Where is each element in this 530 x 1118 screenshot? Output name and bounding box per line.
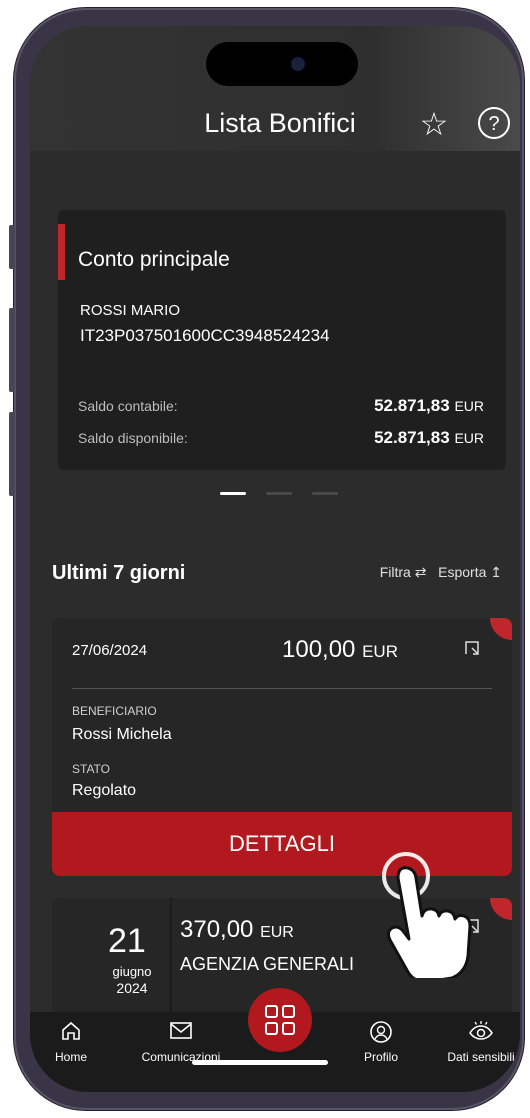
section-actions: Filtra ⇄ Esporta ↥ — [380, 564, 502, 581]
grid-icon — [264, 1004, 296, 1041]
card-corner-marker — [490, 898, 512, 920]
upload-icon: ↥ — [490, 564, 502, 580]
camera-icon — [292, 58, 304, 70]
status-value: Regolato — [72, 782, 137, 799]
phone-side-button — [9, 412, 15, 496]
transfer-currency: EUR — [260, 924, 294, 941]
menu-fab[interactable] — [248, 988, 312, 1052]
account-name: Conto principale — [78, 248, 230, 271]
phone-side-button — [9, 308, 15, 392]
export-button[interactable]: Esporta ↥ — [438, 564, 502, 580]
nav-item-sensitive-data[interactable]: Dati sensibili — [436, 1020, 520, 1064]
nav-item-communications[interactable]: Comunicazioni — [136, 1020, 226, 1064]
pager-dot[interactable] — [312, 492, 338, 495]
home-indicator — [192, 1060, 328, 1065]
phone-side-button — [9, 225, 15, 269]
home-icon — [30, 1020, 116, 1048]
filter-label: Filtra — [379, 564, 411, 580]
balance-currency: EUR — [454, 398, 484, 414]
transfer-card[interactable]: 27/06/2024 100,00 EUR BENEFICIARIO Rossi… — [52, 618, 512, 876]
account-accent-bar — [58, 224, 65, 280]
nav-label: Dati sensibili — [447, 1050, 515, 1064]
dynamic-island — [206, 42, 358, 86]
balance-value: 52.871,83 EUR — [374, 396, 484, 416]
eye-icon — [436, 1020, 520, 1048]
nav-label: Profilo — [363, 1050, 398, 1064]
mail-icon — [136, 1020, 226, 1048]
nav-item-home[interactable]: Home — [30, 1020, 116, 1064]
nav-item-profile[interactable]: Profilo — [336, 1020, 426, 1064]
card-corner-marker — [490, 618, 512, 640]
transfer-year: 2024 — [116, 980, 148, 996]
export-label: Esporta — [438, 564, 487, 580]
transfer-day: 21 — [108, 922, 146, 960]
filter-button[interactable]: Filtra ⇄ — [380, 564, 427, 580]
nav-label: Home — [54, 1050, 87, 1064]
available-balance-value: 52.871,83 EUR — [374, 428, 484, 448]
transfer-amount-value: 100,00 — [282, 636, 356, 663]
beneficiary-name: AGENZIA GENERALI — [180, 954, 355, 974]
balance-amount: 52.871,83 — [374, 396, 450, 415]
expand-icon[interactable] — [464, 640, 480, 661]
help-icon[interactable]: ? — [476, 106, 512, 142]
section-title: Ultimi 7 giorni — [52, 562, 186, 584]
available-balance-currency: EUR — [454, 430, 484, 446]
account-iban: IT23P037501600CC3948524234 — [80, 326, 330, 345]
star-icon[interactable]: ☆ — [416, 106, 452, 142]
transfer-amount-value: 370,00 — [180, 916, 254, 943]
app-screen: Lista Bonifici ☆ ? Conto principale ROSS… — [30, 26, 520, 1092]
sliders-icon: ⇄ — [414, 564, 427, 580]
transfer-month: giugno — [112, 964, 152, 979]
available-balance-label: Saldo disponibile: — [78, 430, 188, 446]
tap-hand-icon — [378, 848, 488, 984]
status-label: STATO — [72, 762, 111, 776]
divider — [72, 688, 492, 689]
account-holder: ROSSI MARIO — [80, 302, 181, 319]
transfer-amount: 100,00 EUR — [282, 636, 398, 664]
page-title: Lista Bonifici — [204, 108, 356, 138]
beneficiary-name: Rossi Michela — [72, 726, 172, 743]
beneficiary-label: BENEFICIARIO — [72, 704, 157, 718]
svg-text:?: ? — [488, 113, 499, 135]
balance-label: Saldo contabile: — [78, 398, 178, 414]
available-balance-amount: 52.871,83 — [374, 428, 450, 447]
transfer-date: 27/06/2024 — [72, 642, 148, 659]
transfer-amount: 370,00 EUR — [180, 916, 294, 944]
pager-dot[interactable] — [266, 492, 292, 495]
profile-icon — [336, 1020, 426, 1048]
account-card[interactable]: Conto principale ROSSI MARIO IT23P037501… — [58, 210, 506, 470]
pager-dot-active[interactable] — [220, 492, 246, 495]
transfer-currency: EUR — [362, 642, 398, 661]
